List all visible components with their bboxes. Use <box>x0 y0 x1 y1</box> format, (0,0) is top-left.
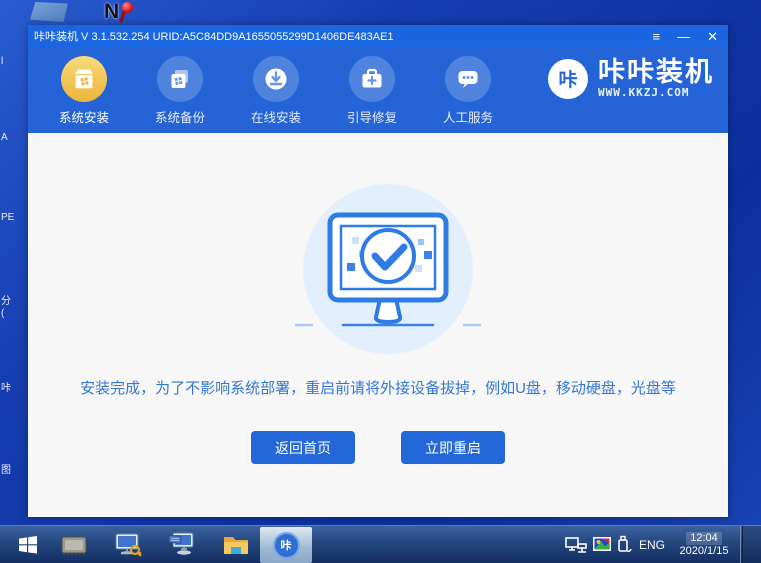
toolbox-icon <box>349 56 395 102</box>
tray-display-color-icon[interactable] <box>590 526 614 563</box>
nav-label: 引导修复 <box>346 111 397 125</box>
nav-bar: 系统安装 系统备份 在线安装 引导修复 人工服务 咔 咔咔装机 WWW.KKZJ… <box>28 47 728 133</box>
nav-item-system-backup[interactable]: 系统备份 <box>132 56 228 133</box>
nav-label: 在线安装 <box>250 111 301 125</box>
nav-item-online-install[interactable]: 在线安装 <box>228 56 324 133</box>
brand-logo: 咔 咔咔装机 WWW.KKZJ.COM <box>548 58 714 99</box>
taskbar-pc-keyboard-icon[interactable] <box>164 526 200 563</box>
menu-icon[interactable]: ≡ <box>653 30 661 43</box>
desktop-icon-label-fragment: 分 ( <box>1 296 11 319</box>
monitor-check-icon <box>294 184 482 354</box>
taskbar-folder-icon[interactable] <box>218 526 254 563</box>
taskbar-monitor-lock-icon[interactable] <box>110 526 146 563</box>
window-title: 咔咔装机 V 3.1.532.254 URID:A5C84DD9A1655055… <box>34 31 394 43</box>
desktop-icon-label-fragment: A <box>1 132 8 143</box>
nav-label: 系统安装 <box>58 111 109 125</box>
kaka-app-icon: 咔 <box>272 531 300 559</box>
brand-site: WWW.KKZJ.COM <box>598 86 690 99</box>
n-letter: N <box>104 0 120 23</box>
nav-item-manual-service[interactable]: 人工服务 <box>420 56 516 133</box>
nav-label: 人工服务 <box>442 111 493 125</box>
main-content: 安装完成，为了不影响系统部署，重启前请将外接设备拔掉，例如U盘，移动硬盘，光盘等… <box>28 133 728 517</box>
minimize-icon[interactable]: — <box>677 30 690 43</box>
nav-label: 系统备份 <box>154 111 205 125</box>
close-icon[interactable]: ✕ <box>707 30 718 43</box>
desktop-icon-label-fragment: l <box>1 56 4 67</box>
red-key-stem <box>119 10 126 24</box>
download-circle-icon <box>253 56 299 102</box>
desktop-icon-label-fragment: 咔 <box>1 383 11 394</box>
tray-language-indicator[interactable]: ENG <box>636 526 668 563</box>
desktop-icon-label-fragment: PE <box>1 212 15 223</box>
completion-message: 安装完成，为了不影响系统部署，重启前请将外接设备拔掉，例如U盘，移动硬盘，光盘等 <box>80 380 676 397</box>
restart-now-button[interactable]: 立即重启 <box>401 431 505 464</box>
kaka-badge-icon: 咔 <box>548 58 588 99</box>
taskbar-divider <box>740 526 741 563</box>
taskbar-kaka-app-button[interactable]: 咔 <box>260 527 312 563</box>
backup-copies-icon <box>157 56 203 102</box>
titlebar[interactable]: 咔咔装机 V 3.1.532.254 URID:A5C84DD9A1655055… <box>28 25 728 47</box>
windows-logo-icon <box>19 536 37 554</box>
brand-name: 咔咔装机 <box>598 57 714 87</box>
start-button[interactable] <box>8 526 48 563</box>
n-red-key-icon[interactable]: N <box>104 0 138 27</box>
kaka-installer-window: 咔咔装机 V 3.1.532.254 URID:A5C84DD9A1655055… <box>28 25 728 517</box>
show-desktop-button[interactable] <box>742 526 761 563</box>
tray-clock[interactable]: 12:04 2020/1/15 <box>672 526 736 563</box>
laptop-icon[interactable] <box>30 2 68 22</box>
tray-usb-eject-icon[interactable] <box>614 526 634 563</box>
desktop-background-top: N <box>0 0 761 28</box>
tray-time: 12:04 <box>686 532 722 545</box>
nav-item-boot-repair[interactable]: 引导修复 <box>324 56 420 133</box>
tray-date: 2020/1/15 <box>679 545 729 557</box>
nav-item-system-install[interactable]: 系统安装 <box>36 56 132 133</box>
taskbar-chip-icon[interactable] <box>56 526 92 563</box>
package-icon <box>61 56 107 102</box>
taskbar: 咔 ENG 12:04 2020/1/15 <box>0 525 761 563</box>
chat-bubble-icon <box>445 56 491 102</box>
desktop-icon-label-fragment: 图 <box>1 465 11 476</box>
tray-network-icon[interactable] <box>563 526 589 563</box>
return-home-button[interactable]: 返回首页 <box>251 431 355 464</box>
